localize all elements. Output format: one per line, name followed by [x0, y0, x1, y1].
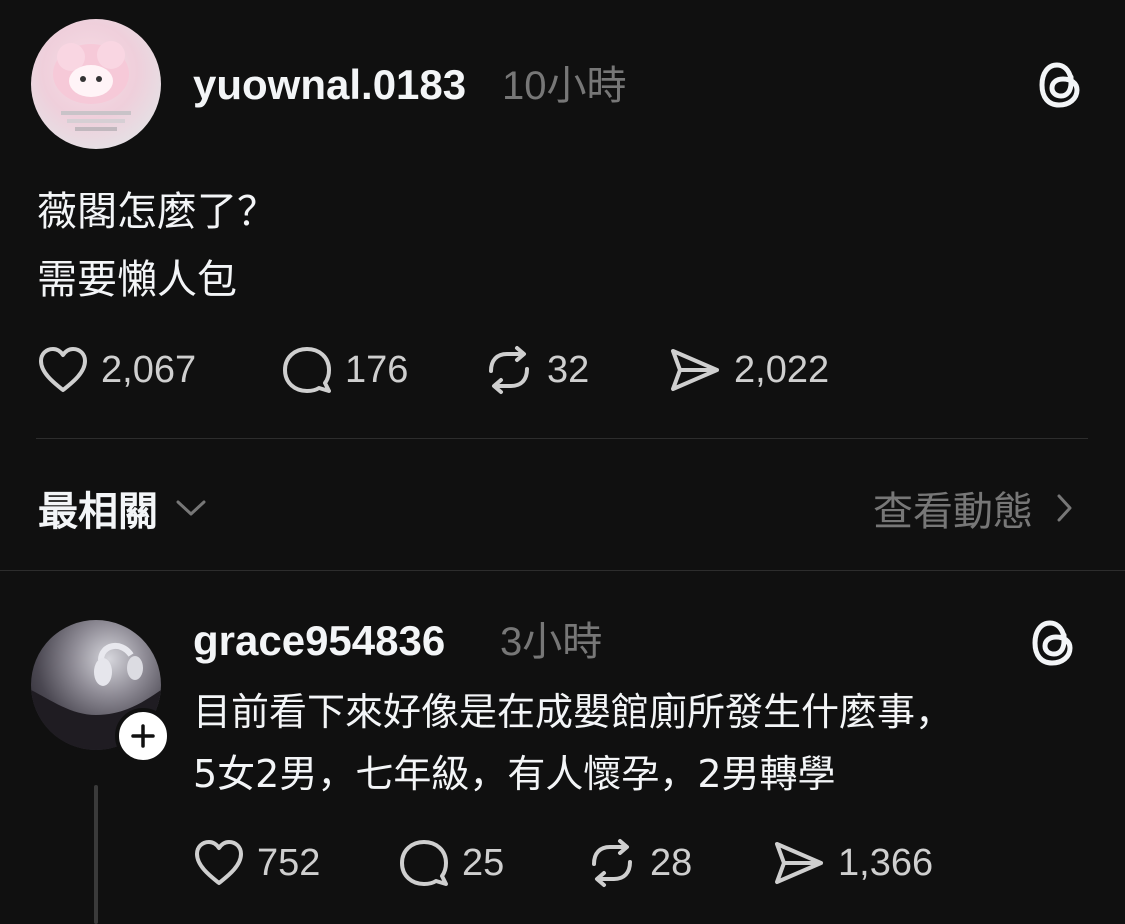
reply-text-line-2: 5女2男，七年級，有人懷孕，2男轉學	[193, 752, 836, 796]
reply-share-button[interactable]: 1,366	[772, 833, 933, 893]
author-avatar[interactable]	[31, 19, 161, 149]
reply-like-button[interactable]: 752	[193, 833, 320, 893]
like-count: 2,067	[101, 348, 197, 391]
sort-label: 最相關	[38, 489, 158, 535]
thread-line	[94, 785, 98, 924]
repost-arrows-icon	[592, 839, 632, 887]
view-activity-link[interactable]: 查看動態	[873, 478, 1073, 538]
reply-share-count: 1,366	[838, 841, 934, 884]
follow-button[interactable]	[115, 708, 171, 764]
post-timestamp: 10小時	[502, 64, 627, 108]
threads-logo-icon[interactable]	[1030, 617, 1078, 673]
repost-count: 32	[547, 348, 590, 391]
post-divider	[36, 438, 1088, 439]
avatar-image	[53, 41, 131, 131]
section-divider	[0, 570, 1125, 571]
speech-bubble-icon	[283, 347, 331, 393]
heart-icon	[39, 347, 87, 392]
author-username[interactable]: yuownal.0183	[193, 60, 466, 110]
plus-icon	[131, 724, 155, 748]
post-text-line-1: 薇閣怎麼了？	[37, 189, 277, 235]
reply-reply-button[interactable]: 25	[398, 833, 504, 893]
share-count: 2,022	[734, 348, 830, 391]
reply-like-count: 752	[257, 841, 321, 884]
chevron-down-icon	[176, 500, 206, 516]
reply-username[interactable]: grace954836	[193, 616, 445, 666]
heart-icon	[195, 840, 243, 885]
reply-repost-count: 28	[650, 841, 693, 884]
sort-dropdown[interactable]: 最相關	[38, 478, 208, 538]
speech-bubble-icon	[400, 840, 448, 886]
send-icon	[671, 349, 719, 391]
reply-button[interactable]: 176	[281, 340, 408, 400]
like-button[interactable]: 2,067	[37, 340, 196, 400]
reply-timestamp: 3小時	[500, 620, 603, 664]
send-icon	[775, 842, 823, 884]
reply-reply-count: 25	[462, 841, 505, 884]
threads-logo-icon[interactable]	[1037, 59, 1085, 115]
post-text-line-2: 需要懶人包	[37, 257, 237, 303]
reply-repost-button[interactable]: 28	[586, 833, 692, 893]
repost-button[interactable]: 32	[483, 340, 589, 400]
share-button[interactable]: 2,022	[668, 340, 829, 400]
repost-arrows-icon	[489, 346, 529, 394]
chevron-right-icon	[1057, 494, 1072, 522]
view-activity-label: 查看動態	[873, 489, 1033, 535]
reply-count: 176	[345, 348, 409, 391]
reply-text-line-1: 目前看下來好像是在成嬰館廁所發生什麼事，	[193, 690, 954, 734]
